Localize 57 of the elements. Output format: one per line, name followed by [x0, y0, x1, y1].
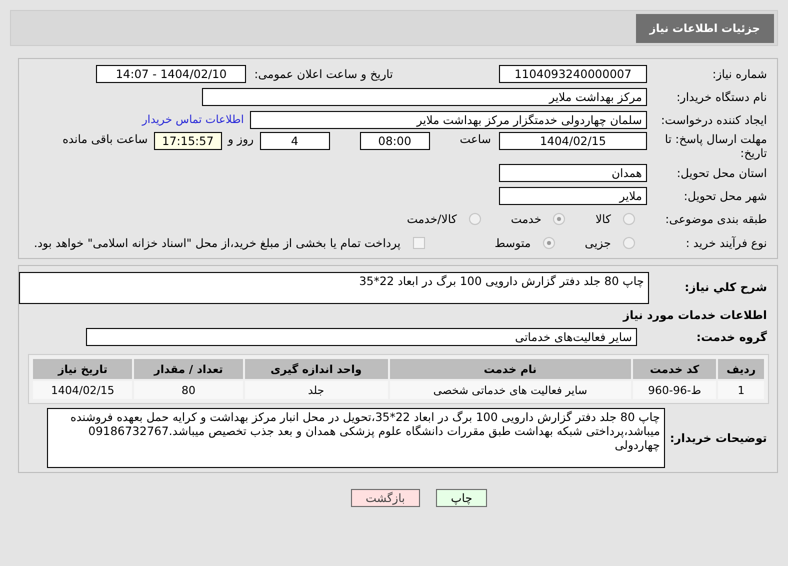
field-label: مهلت ارسال پاسخ: تا تاریخ: — [664, 132, 768, 160]
table-cell: ط-96-960 — [632, 381, 716, 399]
table-cell: 1404/02/15 — [33, 381, 132, 399]
province-field: همدان — [499, 164, 647, 182]
column-header: ردیف — [718, 359, 764, 379]
print-button[interactable]: چاپ — [436, 489, 488, 507]
payment-note: پرداخت تمام یا بخشی از مبلغ خرید،از محل "اسناد خزانه اسلامی" خواهد بود. — [34, 236, 401, 250]
field-label: شماره نیاز: — [711, 66, 768, 80]
table-cell: 80 — [134, 381, 243, 399]
column-header: نام خدمت — [390, 359, 631, 379]
option-label: کالا — [595, 212, 611, 226]
option-label: خدمت — [510, 212, 542, 226]
section-heading: اطلاعات خدمات مورد نیاز — [622, 307, 768, 324]
column-header: کد خدمت — [632, 359, 716, 379]
summary-textarea[interactable]: چاپ 80 جلد دفتر گزارش دارویی 100 برگ در ابعاد 22*35 — [19, 272, 649, 304]
remaining-time-field: 17:15:57 — [154, 132, 222, 150]
field-label: تاریخ و ساعت اعلان عمومی: — [254, 66, 393, 80]
days-field: 4 — [260, 132, 330, 150]
need-number-field: 1104093240000007 — [499, 64, 647, 82]
deadline-time-field: 08:00 — [360, 132, 430, 150]
table-cell: جلد — [244, 381, 388, 399]
radio-button[interactable] — [553, 213, 566, 225]
column-header: واحد اندازه گیری — [244, 359, 388, 379]
time-label: ساعت — [460, 132, 491, 146]
field-label: توضیحات خریدار: — [668, 431, 768, 445]
field-label: گروه خدمت: — [695, 330, 768, 344]
requester-field: سلمان چهاردولی خدمتگزار مرکز بهداشت ملایر — [250, 110, 647, 128]
table-cell: سایر فعالیت های خدماتی شخصی — [390, 381, 631, 399]
radio-button[interactable] — [468, 213, 481, 225]
radio-button[interactable] — [542, 237, 555, 249]
notes-textarea[interactable]: چاپ 80 جلد دفتر گزارش دارویی 100 برگ در ابعاد 22*35،تحویل در محل انبار مرکز بهداشت و کرایه حمل بعهده فروشنده میباشد،پرداختی شبکه بهداشت طبق مقررات دانشگاه علوم پزشکی همدان و بعد جذب تخصیص میباشد.09186732767 چهاردولی — [47, 408, 665, 468]
buyer-org-field: مرکز بهداشت ملایر — [202, 88, 647, 106]
service-group-field: سایر فعالیت‌های خدماتی — [86, 328, 637, 346]
option-label: متوسط — [494, 236, 531, 250]
days-label: روز و — [228, 132, 254, 146]
back-button[interactable]: بازگشت — [350, 489, 420, 507]
option-label: جزیی — [584, 236, 611, 250]
column-header: تاریخ نیاز — [33, 359, 132, 379]
page-title: جزئیات اطلاعات نیاز — [636, 14, 774, 42]
table-cell: 1 — [718, 381, 764, 399]
announce-date-field: 1404/02/10 - 14:07 — [96, 64, 246, 82]
option-label: کالا/خدمت — [406, 212, 457, 226]
field-label: شهر محل تحویل: — [682, 188, 768, 202]
remaining-label: ساعت باقی مانده — [62, 132, 148, 146]
field-label: شرح کلي نياز: — [684, 279, 768, 294]
city-field: ملایر — [499, 186, 647, 204]
radio-button[interactable] — [623, 213, 635, 225]
field-label: استان محل تحویل: — [676, 166, 768, 180]
column-header: تعداد / مقدار — [134, 359, 243, 379]
field-label: ایجاد کننده درخواست: — [660, 112, 768, 126]
field-label: نوع فرآیند خرید : — [684, 236, 768, 250]
field-label: نام دستگاه خریدار: — [675, 90, 768, 104]
field-label: طبقه بندی موضوعی: — [664, 212, 768, 226]
checkbox[interactable] — [412, 237, 425, 249]
deadline-date-field: 1404/02/15 — [499, 132, 647, 150]
radio-button[interactable] — [623, 237, 635, 249]
contact-info-link[interactable]: اطلاعات تماس خریدار — [142, 113, 244, 126]
